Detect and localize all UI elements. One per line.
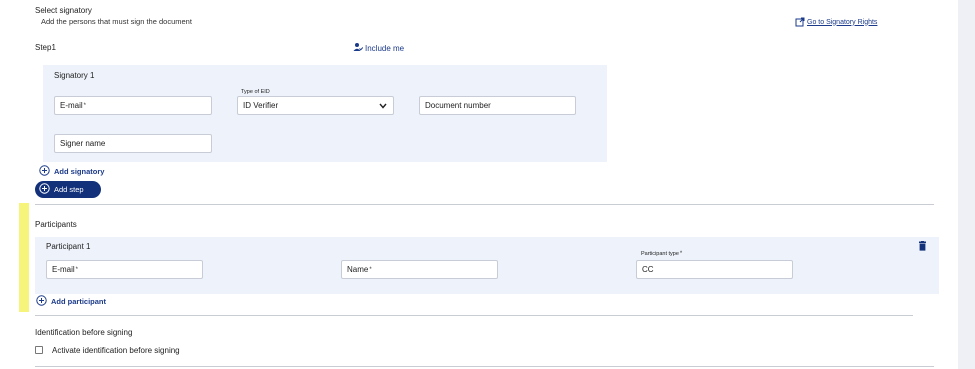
section-title-participants: Participants — [35, 220, 77, 229]
signatory-rights-label: Go to Signatory Rights — [807, 18, 878, 26]
signatory-email-field[interactable]: E-mail * — [54, 96, 212, 115]
required-marker: * — [679, 251, 683, 257]
participant-name-placeholder: Name — [347, 265, 369, 274]
step-label: Step1 — [35, 43, 56, 52]
identification-checkbox-label[interactable]: Activate identification before signing — [52, 346, 180, 355]
external-link-icon — [795, 17, 805, 27]
add-step-button[interactable]: Add step — [35, 181, 101, 198]
plus-circle-icon — [39, 183, 50, 196]
person-check-icon — [353, 42, 364, 54]
add-signatory-label: Add signatory — [54, 167, 105, 176]
divider — [35, 204, 934, 205]
section-title-identification: Identification before signing — [35, 328, 133, 337]
participant-email-field[interactable]: E-mail * — [46, 260, 203, 279]
divider — [35, 366, 934, 367]
right-gutter — [958, 0, 975, 369]
participant-type-value: CC — [642, 265, 654, 274]
divider — [35, 315, 913, 316]
plus-circle-icon — [39, 165, 50, 178]
include-me-button[interactable]: Include me — [353, 42, 404, 54]
participant-type-label-text: Participant type — [641, 251, 679, 257]
section-title-signatory: Select signatory — [35, 6, 92, 15]
participant-email-placeholder: E-mail — [52, 265, 75, 274]
participant-type-label: Participant type* — [641, 251, 682, 257]
signatory-rights-link[interactable]: Go to Signatory Rights — [795, 17, 877, 27]
signer-name-field[interactable]: Signer name — [54, 134, 212, 153]
identification-checkbox[interactable] — [35, 346, 43, 354]
required-marker: * — [83, 102, 87, 109]
participant-type-field[interactable]: CC — [636, 260, 793, 279]
eid-type-label: Type of EID — [241, 89, 270, 95]
document-number-placeholder: Document number — [425, 101, 491, 110]
chevron-down-icon — [379, 102, 387, 111]
required-marker: * — [369, 266, 372, 273]
add-participant-button[interactable]: Add participant — [36, 295, 106, 308]
eid-type-select[interactable]: ID Verifier — [237, 96, 394, 115]
participant-title: Participant 1 — [46, 242, 91, 251]
plus-circle-icon — [36, 295, 47, 308]
trash-icon[interactable] — [918, 241, 927, 253]
add-signatory-button[interactable]: Add signatory — [39, 165, 104, 178]
section-subtitle-signatory: Add the persons that must sign the docum… — [41, 17, 192, 26]
include-me-label: Include me — [365, 43, 405, 53]
add-participant-label: Add participant — [51, 297, 107, 306]
required-marker: * — [75, 266, 79, 273]
eid-type-value: ID Verifier — [243, 101, 279, 110]
signatory-email-placeholder: E-mail — [60, 101, 83, 110]
add-step-label: Add step — [54, 185, 84, 194]
signatory-title: Signatory 1 — [54, 71, 95, 80]
document-number-field[interactable]: Document number — [419, 96, 576, 115]
participant-name-field[interactable]: Name * — [341, 260, 498, 279]
signer-name-placeholder: Signer name — [60, 139, 106, 148]
highlight-bar — [19, 203, 29, 312]
